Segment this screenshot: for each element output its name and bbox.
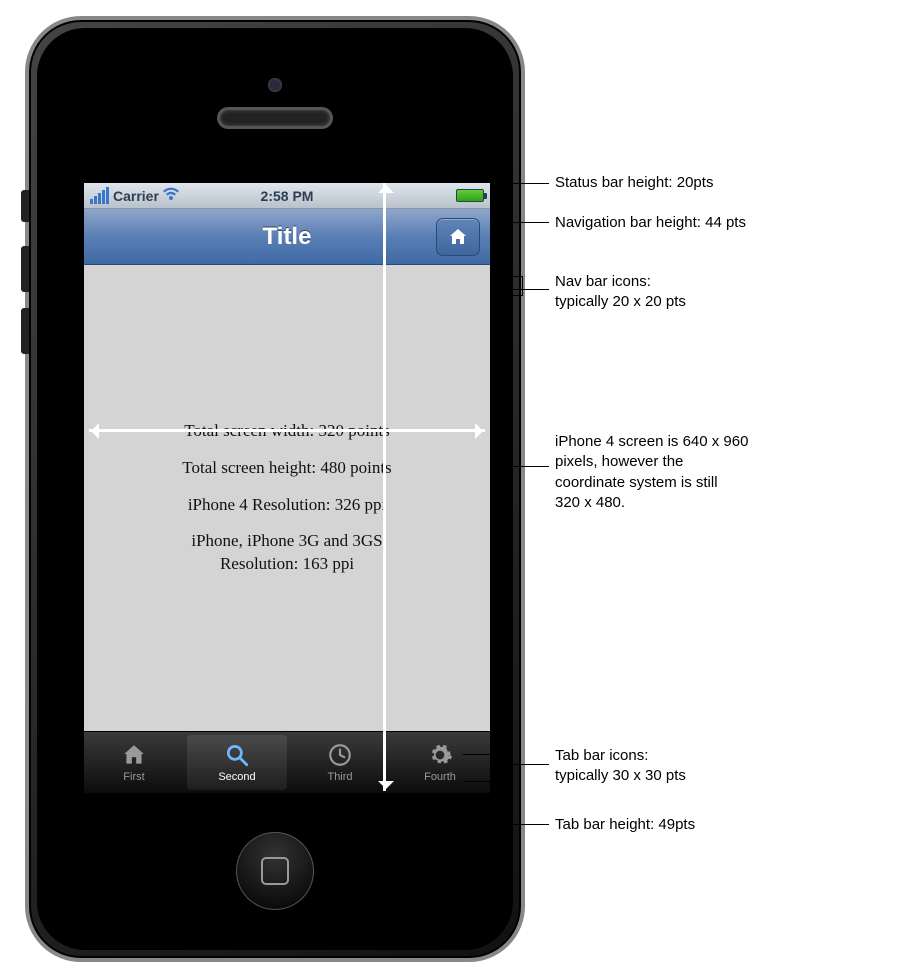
signal-icon bbox=[90, 187, 109, 204]
earpiece-speaker bbox=[220, 110, 330, 126]
clock-label: 2:58 PM bbox=[261, 188, 314, 204]
leader-line bbox=[508, 466, 549, 467]
gear-icon bbox=[427, 742, 453, 768]
tab-bar: First Second Third Fourth bbox=[84, 731, 490, 793]
iphone-frame: Carrier 2:58 PM Title bbox=[25, 16, 525, 962]
nav-title: Title bbox=[263, 223, 312, 251]
leader-line bbox=[497, 222, 549, 223]
tab-label: Second bbox=[218, 771, 255, 783]
annotation-nav-icons: Nav bar icons: typically 20 x 20 pts bbox=[555, 272, 686, 313]
iphone4-ppi-label: iPhone 4 Resolution: 326 ppi bbox=[188, 494, 386, 517]
home-icon bbox=[121, 742, 147, 768]
tab-label: Third bbox=[327, 771, 352, 783]
wifi-icon bbox=[163, 187, 179, 204]
annotation-tab-bar: Tab bar height: 49pts bbox=[555, 815, 695, 835]
mute-switch bbox=[21, 190, 29, 222]
horizontal-dimension-arrow bbox=[89, 429, 485, 432]
navigation-bar: Title bbox=[84, 209, 490, 265]
leader-line bbox=[508, 289, 549, 290]
home-button[interactable] bbox=[236, 832, 314, 910]
leader-line bbox=[490, 764, 549, 765]
front-camera bbox=[268, 78, 282, 92]
search-icon bbox=[224, 742, 250, 768]
annotation-tab-icons: Tab bar icons: typically 30 x 30 pts bbox=[555, 746, 686, 787]
content-area: Total screen width: 320 points Total scr… bbox=[84, 265, 490, 731]
clock-icon bbox=[327, 742, 353, 768]
tab-second[interactable]: Second bbox=[187, 735, 287, 790]
annotation-nav-bar: Navigation bar height: 44 pts bbox=[555, 213, 746, 233]
tab-label: Fourth bbox=[424, 771, 456, 783]
vertical-dimension-arrow bbox=[383, 183, 386, 791]
screen-height-label: Total screen height: 480 points bbox=[182, 457, 391, 480]
tab-first[interactable]: First bbox=[84, 732, 184, 793]
screen: Carrier 2:58 PM Title bbox=[83, 182, 491, 794]
battery-icon bbox=[456, 189, 484, 202]
carrier-label: Carrier bbox=[113, 188, 159, 204]
leader-line bbox=[492, 824, 549, 825]
nav-home-button[interactable] bbox=[436, 218, 480, 256]
nav-icon-size-bracket bbox=[503, 276, 523, 296]
iphone-bezel: Carrier 2:58 PM Title bbox=[37, 28, 513, 950]
tab-label: First bbox=[123, 771, 144, 783]
leader-line bbox=[497, 183, 549, 184]
status-bar: Carrier 2:58 PM bbox=[84, 183, 490, 209]
tab-third[interactable]: Third bbox=[290, 732, 390, 793]
volume-up-button bbox=[21, 246, 29, 292]
home-icon bbox=[448, 227, 468, 247]
annotation-status-bar: Status bar height: 20pts bbox=[555, 173, 713, 193]
tab-icon-size-bracket bbox=[463, 754, 491, 782]
volume-down-button bbox=[21, 308, 29, 354]
annotation-screen-resolution: iPhone 4 screen is 640 x 960 pixels, how… bbox=[555, 432, 748, 513]
legacy-ppi-label: iPhone, iPhone 3G and 3GS Resolution: 16… bbox=[191, 530, 382, 576]
